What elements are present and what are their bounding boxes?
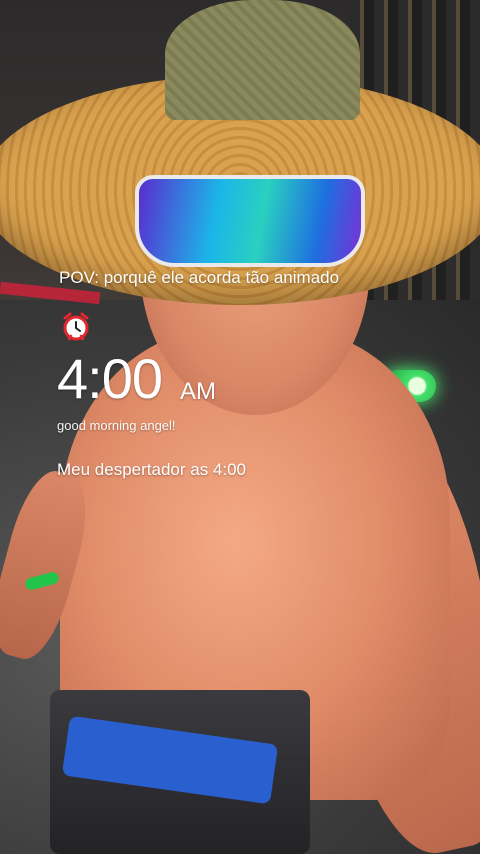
caption-text: Meu despertador as 4:00 [57, 460, 247, 479]
text-overlay: POV: porquê ele acorda tão animado 4:00 … [0, 0, 480, 854]
alarm-subtitle: good morning angel! [57, 418, 176, 433]
pov-caption: POV: porquê ele acorda tão animado [59, 268, 340, 287]
alarm-ampm: AM [180, 378, 216, 405]
alarm-clock-icon [63, 312, 89, 341]
alarm-time: 4:00 [57, 347, 163, 410]
